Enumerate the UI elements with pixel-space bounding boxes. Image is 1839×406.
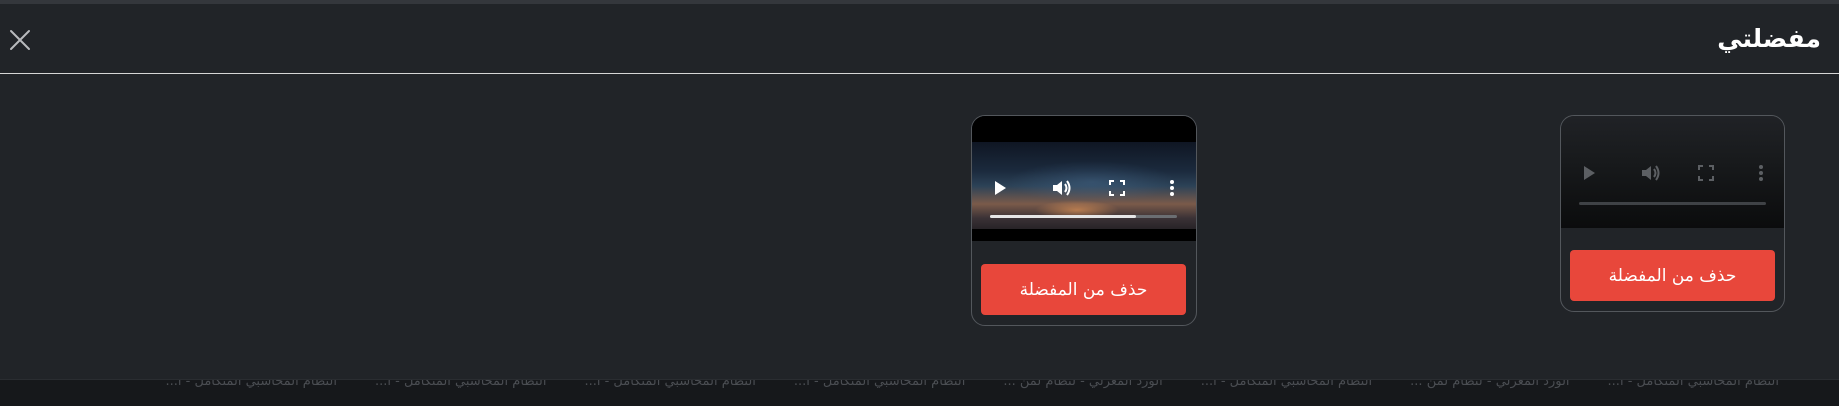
- remove-from-favorites-button[interactable]: حذف من المفضلة: [1570, 250, 1775, 301]
- favorite-card: حذف من المفضلة: [1560, 115, 1785, 312]
- play-button[interactable]: [1577, 161, 1601, 185]
- video-player[interactable]: [972, 116, 1196, 241]
- fullscreen-icon: [1698, 165, 1714, 181]
- video-progress-fill: [990, 215, 1136, 218]
- fullscreen-icon: [1109, 180, 1125, 196]
- favorite-card: حذف من المفضلة: [971, 115, 1197, 326]
- volume-icon: [1053, 180, 1071, 196]
- modal-title: مفضلتي: [1717, 24, 1821, 53]
- play-button[interactable]: [988, 176, 1012, 200]
- video-progress-bar[interactable]: [990, 215, 1177, 218]
- more-options-icon: [1759, 165, 1763, 181]
- fullscreen-button[interactable]: [1694, 161, 1718, 185]
- video-player[interactable]: [1561, 116, 1784, 228]
- more-options-button[interactable]: [1160, 176, 1184, 200]
- close-button[interactable]: [6, 26, 34, 54]
- remove-from-favorites-button[interactable]: حذف من المفضلة: [981, 264, 1186, 315]
- volume-button[interactable]: [1639, 161, 1663, 185]
- more-options-button[interactable]: [1749, 161, 1773, 185]
- favorites-modal: مفضلتي حذف من المفضلة حذف من المفضلة: [0, 4, 1839, 380]
- fullscreen-button[interactable]: [1105, 176, 1129, 200]
- play-icon: [995, 181, 1006, 195]
- close-icon: [10, 30, 30, 50]
- more-options-icon: [1170, 180, 1174, 196]
- video-progress-bar[interactable]: [1579, 202, 1766, 205]
- modal-header: مفضلتي: [0, 4, 1839, 74]
- volume-button[interactable]: [1050, 176, 1074, 200]
- video-letterbox: [972, 229, 1196, 241]
- play-icon: [1584, 166, 1595, 180]
- volume-icon: [1642, 165, 1660, 181]
